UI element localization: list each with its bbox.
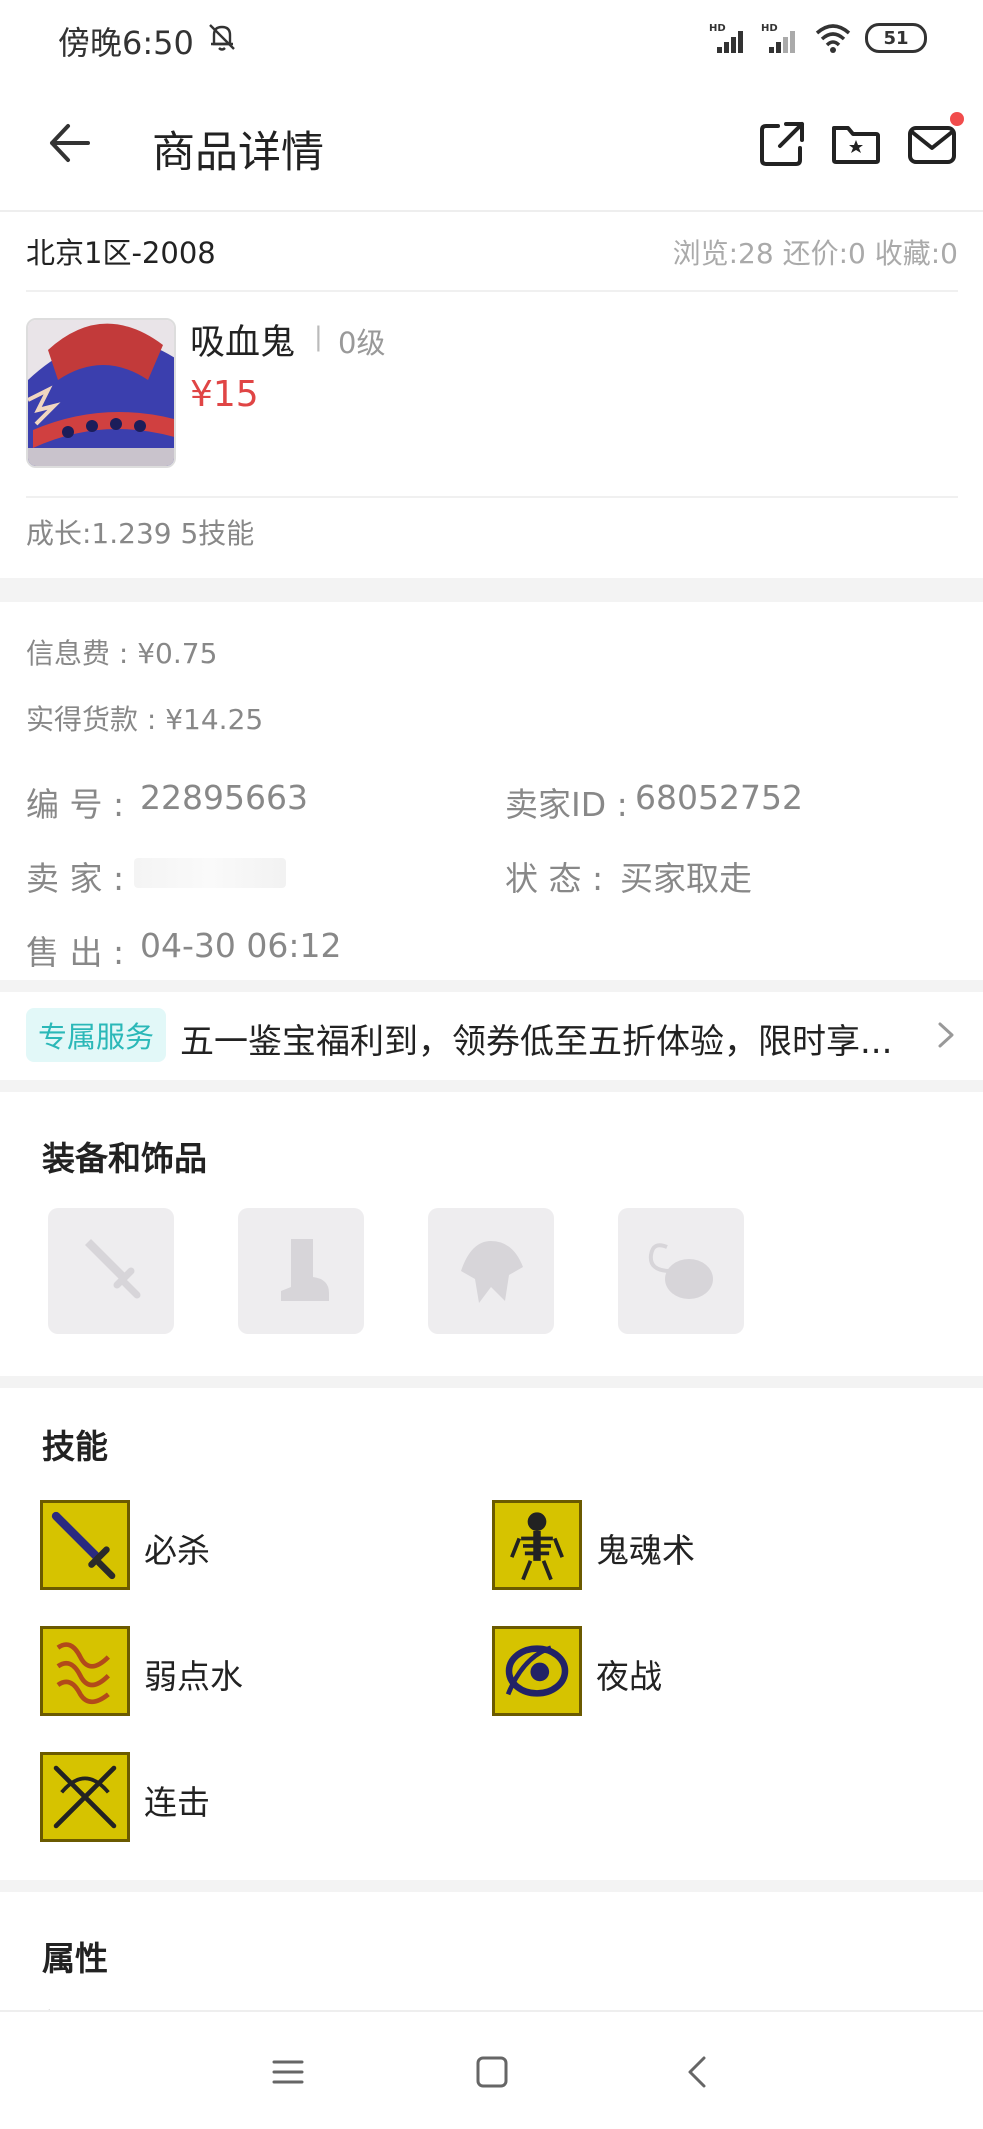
bell-off-icon	[209, 24, 235, 51]
skill-name: 夜战	[596, 1657, 662, 1696]
skill-item[interactable]: 必杀	[40, 1500, 460, 1592]
boot-icon	[281, 1239, 329, 1301]
number-value: 22895663	[140, 778, 308, 817]
view-stats: 浏览:28 还价:0 收藏:0	[672, 237, 958, 270]
section-divider	[0, 1080, 983, 1092]
skeleton-skill-icon	[492, 1500, 582, 1590]
status-label: 状 态 :	[505, 859, 604, 898]
signal-icon: HD	[709, 23, 743, 53]
armor-icon	[461, 1241, 523, 1303]
equipment-title: 装备和饰品	[42, 1139, 207, 1178]
service-text: 五一鉴宝福利到，领券低至五折体验，限时享...	[180, 1022, 893, 1062]
page-title: 商品详情	[152, 128, 324, 178]
service-tag: 专属服务	[26, 1008, 166, 1062]
skill-name: 连击	[144, 1783, 210, 1822]
seller-name-redacted	[134, 858, 286, 888]
skill-item[interactable]: 弱点水	[40, 1626, 460, 1718]
skill-name: 必杀	[144, 1531, 210, 1570]
back-icon[interactable]	[668, 2042, 728, 2102]
sold-label: 售 出 :	[26, 933, 125, 972]
status-value: 买家取走	[620, 859, 752, 898]
favorite-folder-icon[interactable]	[830, 118, 882, 170]
divider: |	[314, 322, 323, 352]
growth-info: 成长:1.239 5技能	[26, 517, 255, 550]
section-divider	[0, 1880, 983, 1892]
system-nav-bar	[0, 2010, 983, 2129]
armor-slot[interactable]	[428, 1208, 554, 1334]
skills-title: 技能	[42, 1427, 108, 1466]
skill-name: 弱点水	[144, 1657, 243, 1696]
night-eye-skill-icon	[492, 1626, 582, 1716]
price: ¥15	[190, 374, 259, 415]
app-header: 商品详情	[0, 80, 983, 212]
pet-image	[28, 320, 174, 466]
pet-thumbnail[interactable]	[26, 318, 176, 468]
share-icon[interactable]	[756, 118, 808, 170]
seller-label: 卖 家 :	[26, 859, 125, 898]
status-time: 傍晚6:50	[58, 24, 194, 62]
sold-time: 04-30 06:12	[140, 926, 342, 965]
info-fee: 信息费 : ¥0.75	[26, 637, 218, 670]
weapon-slot[interactable]	[48, 1208, 174, 1334]
net-income: 实得货款 : ¥14.25	[26, 703, 264, 736]
status-bar: 傍晚6:50 HD HD 51	[0, 0, 983, 80]
notification-dot	[950, 112, 964, 126]
number-label: 编 号 :	[26, 785, 125, 824]
skill-item[interactable]: 鬼魂术	[492, 1500, 912, 1592]
pet-name: 吸血鬼	[190, 323, 296, 363]
skill-name: 鬼魂术	[596, 1531, 695, 1570]
chevron-right-icon	[938, 1022, 954, 1048]
back-arrow-icon[interactable]	[44, 116, 98, 170]
skill-item[interactable]: 夜战	[492, 1626, 912, 1718]
signal-icon: HD	[761, 23, 795, 53]
seller-id-label: 卖家ID :	[505, 785, 628, 824]
weakness-skill-icon	[40, 1626, 130, 1716]
signal-hd-label: HD	[709, 23, 726, 34]
home-icon[interactable]	[462, 2042, 522, 2102]
server-region: 北京1区-2008	[26, 236, 216, 270]
attributes-title: 属性	[42, 1939, 108, 1978]
accessory-slot[interactable]	[618, 1208, 744, 1334]
wifi-icon	[815, 24, 851, 53]
menu-icon[interactable]	[258, 2042, 318, 2102]
pet-level: 0级	[338, 326, 386, 360]
weapon-icon	[85, 1239, 141, 1299]
product-summary: 吸血鬼 | 0级 ¥15	[26, 292, 958, 498]
battery-indicator: 51	[865, 23, 927, 53]
region-row: 北京1区-2008 浏览:28 还价:0 收藏:0	[26, 212, 958, 292]
sword-skill-icon	[40, 1500, 130, 1590]
signal-hd-label: HD	[761, 23, 778, 34]
section-divider	[0, 1376, 983, 1388]
skill-item[interactable]: 连击	[40, 1752, 460, 1844]
section-divider	[0, 578, 983, 602]
seller-id-value: 68052752	[635, 778, 803, 817]
accessory-icon	[648, 1243, 713, 1299]
boots-slot[interactable]	[238, 1208, 364, 1334]
combo-skill-icon	[40, 1752, 130, 1842]
service-banner[interactable]: 专属服务 五一鉴宝福利到，领券低至五折体验，限时享...	[0, 990, 983, 1080]
message-icon[interactable]	[906, 118, 958, 170]
